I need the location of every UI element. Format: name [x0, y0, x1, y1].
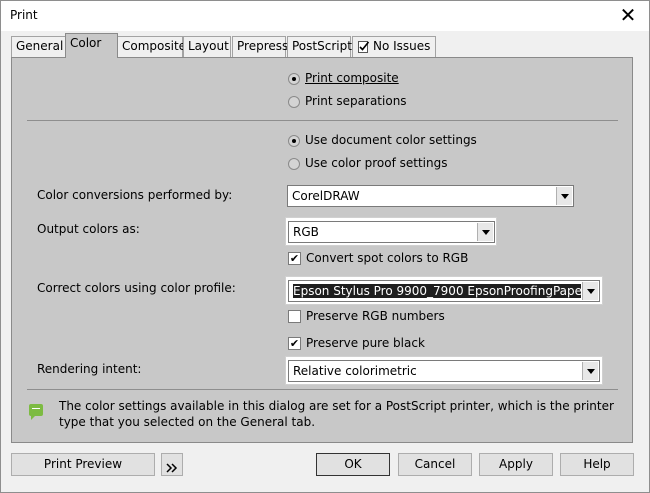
convert-spot-checkbox[interactable]: ✔ [288, 252, 301, 265]
chevron-down-icon [477, 223, 493, 241]
expand-preview-button[interactable] [161, 453, 183, 476]
tab-postscript[interactable]: PostScript [287, 36, 352, 57]
apply-button[interactable]: Apply [479, 453, 553, 476]
conversions-value: CorelDRAW [292, 189, 360, 203]
chevron-down-icon [556, 187, 572, 205]
correct-profile-label: Correct colors using color profile: [37, 281, 236, 295]
print-preview-button[interactable]: Print Preview [11, 453, 155, 476]
conversions-label: Color conversions performed by: [37, 188, 233, 202]
cancel-button[interactable]: Cancel [398, 453, 472, 476]
preserve-rgb-checkbox[interactable] [288, 310, 301, 323]
conversions-dropdown[interactable]: CorelDRAW [287, 185, 574, 207]
tab-prepress[interactable]: Prepress [232, 36, 288, 57]
use-proof-settings-label: Use color proof settings [305, 156, 448, 170]
preserve-rgb-label: Preserve RGB numbers [306, 309, 445, 323]
rendering-intent-value: Relative colorimetric [293, 364, 417, 378]
separator [27, 389, 618, 390]
chevron-down-icon [582, 282, 598, 300]
output-colors-value: RGB [293, 225, 319, 239]
output-colors-dropdown[interactable]: RGB [288, 221, 495, 243]
tab-general[interactable]: General [11, 36, 66, 57]
print-composite-radio[interactable] [288, 73, 300, 85]
preserve-black-label: Preserve pure black [306, 336, 425, 350]
use-proof-settings-radio[interactable] [288, 158, 300, 170]
tab-composite[interactable]: Composite [117, 36, 186, 57]
convert-spot-label: Convert spot colors to RGB [306, 251, 469, 265]
window-title: Print [10, 8, 38, 22]
output-colors-label: Output colors as: [37, 222, 140, 236]
print-dialog: Print ✕ General Color Composite Layout P… [0, 0, 650, 493]
preserve-black-checkbox[interactable]: ✔ [288, 337, 301, 350]
checklist-icon [358, 40, 370, 53]
tab-color[interactable]: Color [65, 33, 118, 58]
print-separations-label: Print separations [305, 94, 407, 108]
color-tab-panel: Print composite Print separations Use do… [11, 57, 633, 443]
separator [27, 120, 618, 121]
tab-no-issues-label: No Issues [373, 39, 431, 53]
print-separations-radio[interactable] [288, 96, 300, 108]
info-message-icon [29, 404, 43, 420]
rendering-intent-label: Rendering intent: [37, 362, 142, 376]
chevron-down-icon [582, 362, 598, 380]
info-text: The color settings available in this dia… [59, 399, 614, 429]
tab-layout[interactable]: Layout [183, 36, 231, 57]
title-bar: Print ✕ [1, 1, 649, 31]
use-document-settings-radio[interactable] [288, 135, 300, 147]
correct-profile-value: Epson Stylus Pro 9900_7900 EpsonProofing… [293, 281, 581, 301]
close-icon[interactable]: ✕ [615, 3, 641, 27]
tab-no-issues[interactable]: No Issues [352, 36, 436, 57]
correct-profile-dropdown[interactable]: Epson Stylus Pro 9900_7900 EpsonProofing… [288, 280, 600, 302]
double-chevron-right-icon [166, 459, 178, 480]
ok-button[interactable]: OK [316, 453, 390, 476]
help-button[interactable]: Help [560, 453, 634, 476]
print-composite-label: Print composite [305, 71, 399, 85]
rendering-intent-dropdown[interactable]: Relative colorimetric [288, 360, 600, 382]
use-document-settings-label: Use document color settings [305, 133, 477, 147]
